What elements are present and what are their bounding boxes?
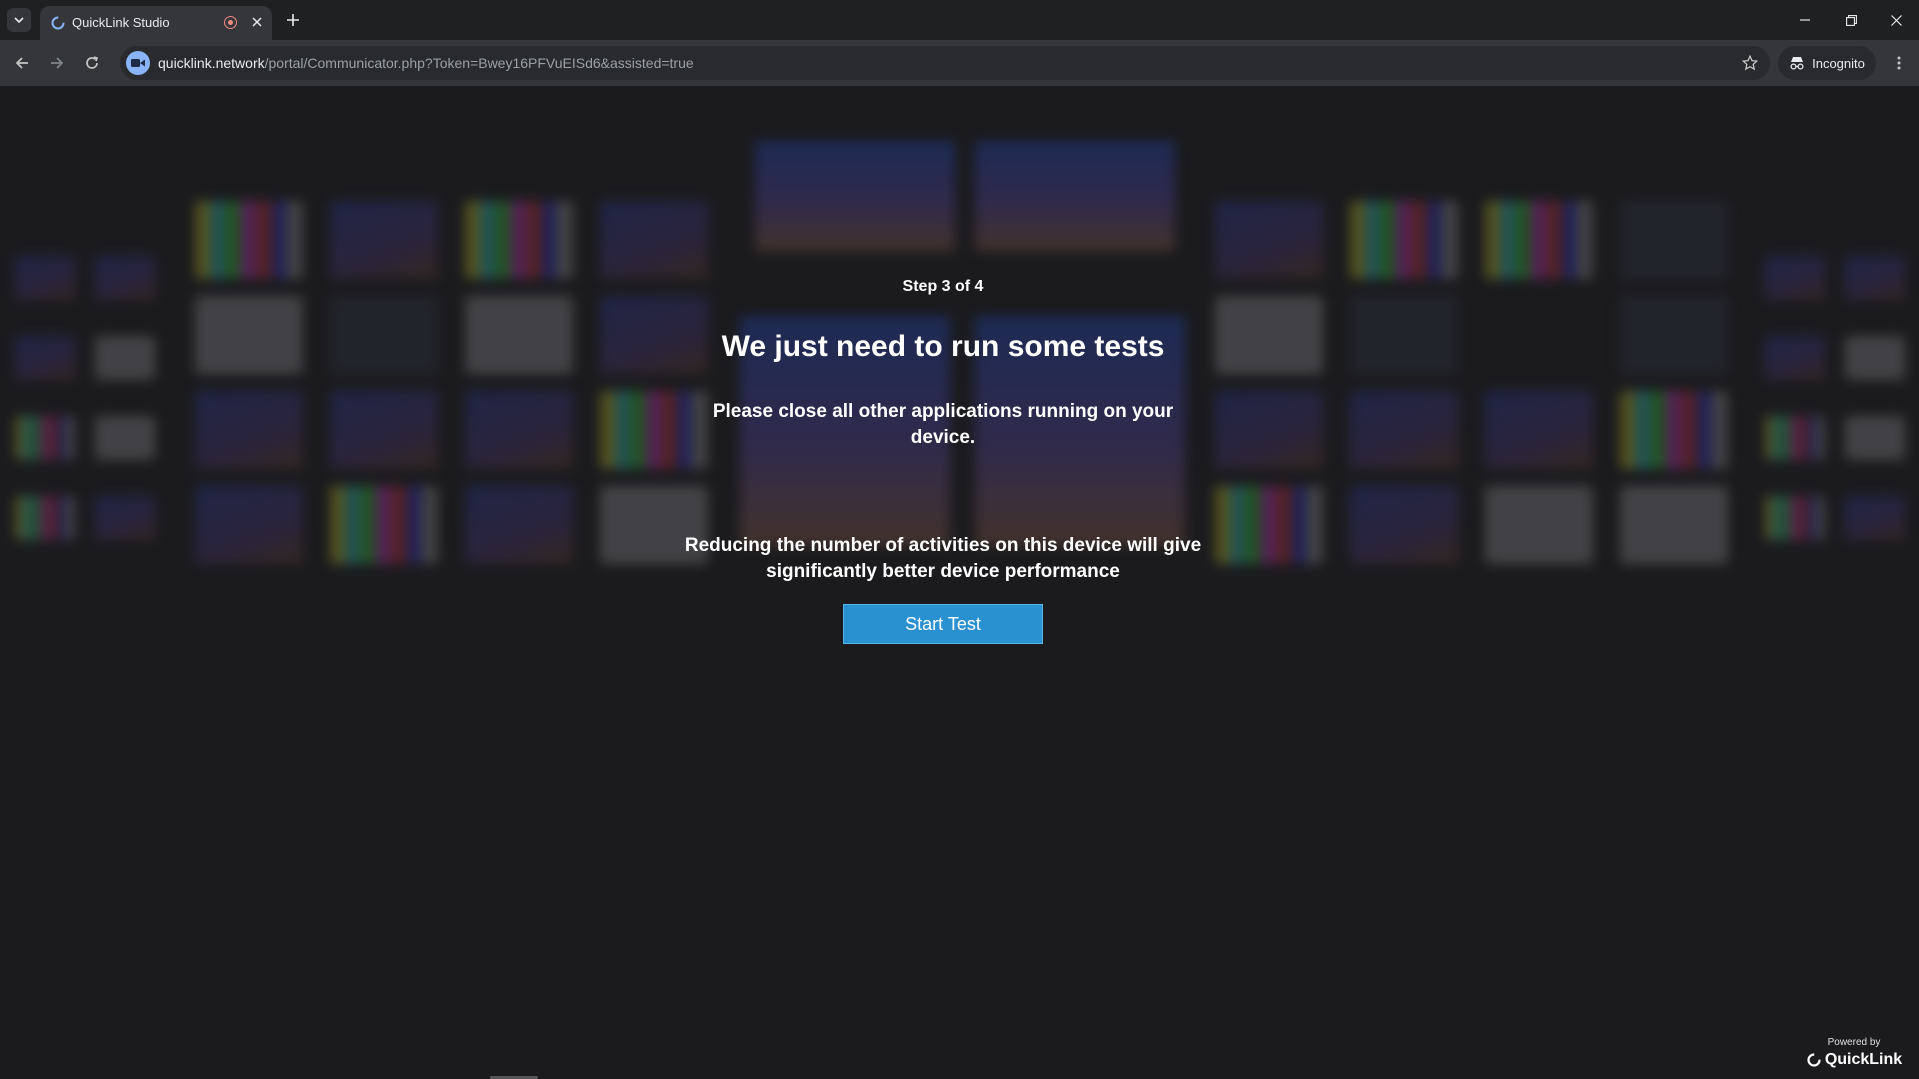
quicklink-favicon-icon: [51, 16, 65, 30]
incognito-label: Incognito: [1812, 55, 1865, 71]
background-thumbnail: [1845, 416, 1905, 460]
background-thumbnail: [1765, 416, 1825, 460]
background-thumbnail: [1485, 201, 1593, 279]
background-thumbnail: [600, 201, 708, 279]
browser-toolbar: quicklink.network/portal/Communicator.ph…: [0, 40, 1919, 86]
background-thumbnail: [1620, 486, 1728, 564]
tab-quicklink-studio[interactable]: QuickLink Studio: [40, 6, 272, 40]
background-thumbnail: [1620, 201, 1728, 279]
background-thumbnail: [465, 391, 573, 469]
step-indicator: Step 3 of 4: [902, 278, 984, 295]
background-thumbnail: [1350, 391, 1458, 469]
reload-icon: [86, 56, 99, 69]
background-thumbnail: [1215, 486, 1323, 564]
background-thumbnail: [755, 141, 955, 251]
start-test-button[interactable]: Start Test: [843, 604, 1043, 644]
background-thumbnail: [1485, 391, 1593, 469]
background-thumbnail: [330, 391, 438, 469]
browser-menu-button[interactable]: [1888, 52, 1910, 74]
restore-icon: [1845, 14, 1857, 26]
forward-arrow-icon: [51, 57, 64, 69]
background-thumbnail: [1765, 496, 1825, 540]
background-thumbnail: [1620, 391, 1728, 469]
background-thumbnail: [95, 496, 155, 540]
tab-search-button[interactable]: [7, 8, 31, 32]
tab-search-icon: [14, 17, 24, 24]
brand-name: QuickLink: [1824, 1051, 1903, 1068]
background-thumbnail: [195, 391, 303, 469]
background-thumbnail: [330, 201, 438, 279]
minimize-button[interactable]: [1782, 6, 1828, 34]
close-icon: [1890, 14, 1902, 26]
bookmark-button[interactable]: [1740, 53, 1760, 73]
powered-by-label: Powered by: [1827, 1037, 1881, 1048]
background-thumbnail: [15, 416, 75, 460]
forward-button[interactable]: [45, 51, 69, 75]
recording-icon: [224, 16, 237, 29]
background-thumbnail: [15, 496, 75, 540]
url-text[interactable]: quicklink.network/portal/Communicator.ph…: [158, 55, 694, 71]
site-info-button[interactable]: [126, 51, 150, 75]
video-site-icon: [131, 59, 145, 67]
tab-close-button[interactable]: [248, 13, 266, 31]
instruction-text: Please close all other applications runn…: [712, 401, 1174, 448]
background-thumbnail: [330, 486, 438, 564]
tab-strip: QuickLink Studio: [0, 0, 1919, 40]
performance-note: Reducing the number of activities on thi…: [684, 535, 1202, 582]
background-thumbnail: [1350, 201, 1458, 279]
background-thumbnail: [195, 201, 303, 279]
incognito-indicator[interactable]: Incognito: [1778, 46, 1876, 80]
background-thumbnail: [1215, 201, 1323, 279]
background-thumbnail: [1845, 496, 1905, 540]
close-icon: [252, 17, 262, 27]
background-thumbnail: [465, 201, 573, 279]
address-bar[interactable]: quicklink.network/portal/Communicator.ph…: [120, 46, 1770, 80]
brand-logo: QuickLink: [1804, 1051, 1904, 1069]
new-tab-button[interactable]: [282, 9, 304, 31]
powered-by-badge[interactable]: Powered by QuickLink: [1804, 1037, 1904, 1069]
close-window-button[interactable]: [1873, 6, 1919, 34]
back-arrow-icon: [15, 57, 28, 69]
plus-icon: [287, 14, 299, 26]
page-content: Step 3 of 4 We just need to run some tes…: [0, 86, 1919, 1079]
back-button[interactable]: [10, 51, 34, 75]
url-host: quicklink.network: [158, 55, 265, 71]
incognito-icon: [1790, 57, 1804, 70]
restore-button[interactable]: [1828, 6, 1874, 34]
more-vert-icon: [1897, 56, 1901, 70]
page-title: We just need to run some tests: [721, 330, 1165, 363]
url-path: /portal/Communicator.php?Token=Bwey16PFV…: [264, 55, 694, 71]
background-thumbnail: [1215, 391, 1323, 469]
tab-title: QuickLink Studio: [72, 15, 170, 30]
background-thumbnail: [1485, 486, 1593, 564]
minimize-icon: [1800, 19, 1810, 21]
background-thumbnail: [195, 486, 303, 564]
quicklink-logo-icon: [1807, 1053, 1821, 1067]
star-icon: [1742, 55, 1758, 71]
background-thumbnail: [465, 486, 573, 564]
background-thumbnail: [1350, 486, 1458, 564]
background-thumbnail: [975, 141, 1175, 251]
background-thumbnail: [95, 416, 155, 460]
reload-button[interactable]: [80, 51, 104, 75]
